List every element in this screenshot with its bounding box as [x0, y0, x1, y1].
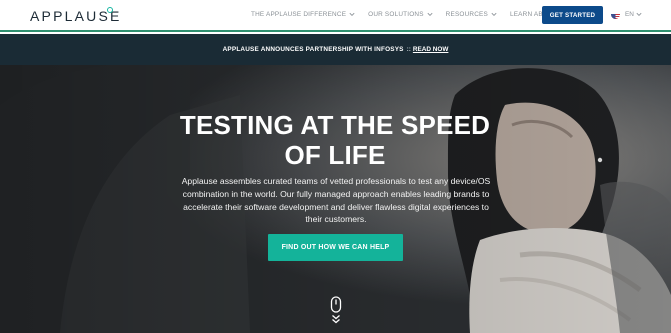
logo-ring-icon [107, 7, 113, 13]
language-label: EN [625, 11, 634, 18]
chevron-down-icon [349, 12, 355, 17]
nav-item-applause-difference[interactable]: THE APPLAUSE DIFFERENCE [251, 11, 355, 18]
get-started-button[interactable]: GET STARTED [542, 6, 603, 24]
announcement-text: APPLAUSE ANNOUNCES PARTNERSHIP WITH INFO… [222, 46, 404, 53]
chevron-down-icon [491, 12, 497, 17]
hero-title: TESTING AT THE SPEED OF LIFE [179, 110, 491, 170]
chevron-down-icon [636, 12, 642, 17]
chevron-down-icon [427, 12, 433, 17]
language-selector[interactable]: EN [611, 10, 642, 19]
read-now-link[interactable]: READ NOW [413, 46, 449, 53]
mouse-scroll-icon[interactable] [329, 296, 343, 326]
us-flag-icon [611, 10, 620, 19]
nav-item-our-solutions[interactable]: OUR SOLUTIONS [368, 11, 433, 18]
nav-item-label: THE APPLAUSE DIFFERENCE [251, 11, 347, 18]
hero-description: Applause assembles curated teams of vett… [181, 176, 491, 225]
site-header: APPLAUSE THE APPLAUSE DIFFERENCE OUR SOL… [0, 0, 671, 32]
announcement-separator: :: [406, 46, 411, 53]
nav-item-label: OUR SOLUTIONS [368, 11, 424, 18]
find-out-how-button[interactable]: FIND OUT HOW WE CAN HELP [268, 234, 403, 261]
main-nav: THE APPLAUSE DIFFERENCE OUR SOLUTIONS RE… [251, 11, 590, 18]
announcement-bar: APPLAUSE ANNOUNCES PARTNERSHIP WITH INFO… [0, 34, 671, 65]
nav-item-label: RESOURCES [445, 11, 488, 18]
nav-item-resources[interactable]: RESOURCES [446, 11, 497, 18]
hero-section: TESTING AT THE SPEED OF LIFE Applause as… [0, 65, 671, 333]
